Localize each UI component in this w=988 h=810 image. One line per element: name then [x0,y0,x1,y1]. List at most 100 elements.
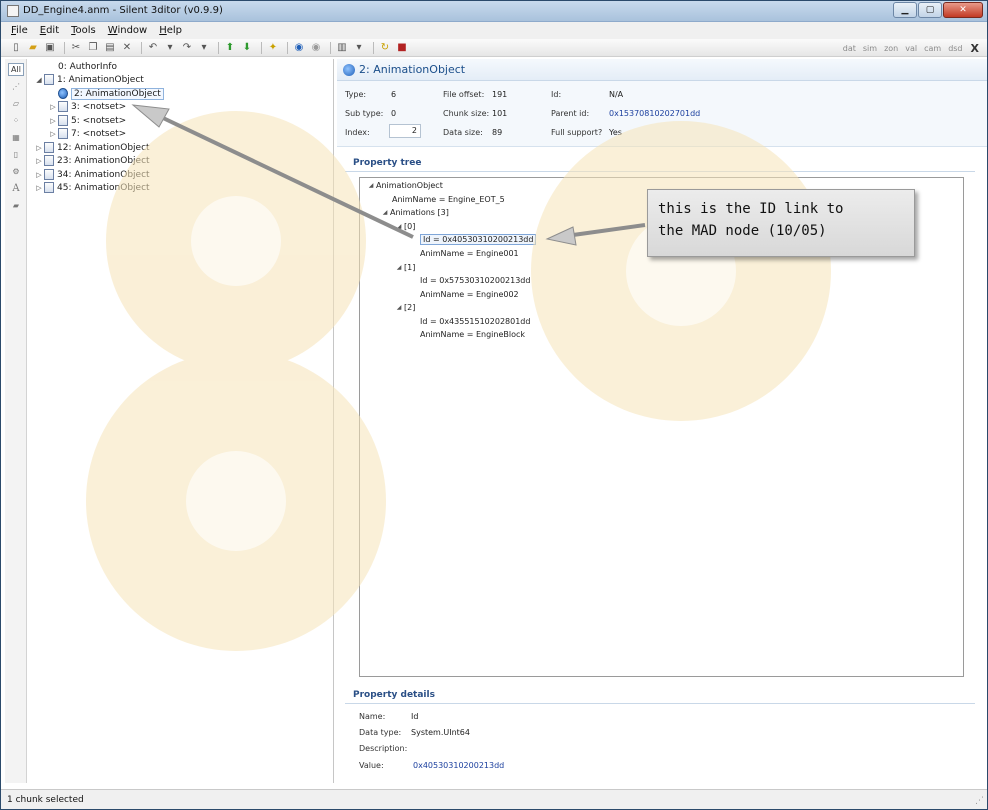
page-icon[interactable]: ▱ [8,97,24,110]
export-icon[interactable]: ■ [395,41,409,55]
minimize-button[interactable]: ▁ [893,2,917,18]
open-folder-icon[interactable]: ▰ [26,41,40,55]
grid-icon[interactable]: ⁘ [8,114,24,127]
tree-node[interactable]: ▷ 5: <notset> [48,114,126,127]
font-icon[interactable]: A [8,182,24,195]
property-row[interactable]: ◢ [1] [394,261,416,274]
status-bar: 1 chunk selected ⋰ [1,789,987,809]
redo-dropdown-icon[interactable]: ▾ [197,41,211,55]
property-row-selected[interactable]: Id = 0x40530310200213dd [410,233,537,246]
property-row[interactable]: ◢ AnimationObject [366,179,443,192]
expand-arrow-icon[interactable]: ▷ [34,144,44,152]
property-row[interactable]: AnimName = Engine001 [410,247,519,260]
tools-icon[interactable]: ✦ [266,41,280,55]
menu-tools[interactable]: Tools [65,25,102,36]
columns-dropdown-icon[interactable]: ▾ [352,41,366,55]
callout-line-2: the MAD node (10/05) [658,223,827,239]
tree-node[interactable]: ▷ 7: <notset> [48,127,126,140]
detail-value-label: Value: [359,761,384,770]
close-document-button[interactable]: X [971,42,979,55]
layers-icon[interactable]: ⋰ [8,80,24,93]
back-icon[interactable]: ◉ [292,41,306,55]
property-text: AnimName = Engine_EOT_5 [392,195,505,204]
chunk-tree[interactable]: 0: AuthorInfo ◢ 1: AnimationObject 2: An… [28,59,334,783]
tag-dsd[interactable]: dsd [948,44,962,53]
window-title: DD_Engine4.anm - Silent 3ditor (v0.9.9) [23,5,223,16]
redo-icon[interactable]: ↷ [180,41,194,55]
property-row[interactable]: AnimName = Engine_EOT_5 [382,193,505,206]
chunk-size-label: Chunk size: [443,109,490,118]
annotation-callout: this is the ID link to the MAD node (10/… [647,189,915,257]
forward-icon[interactable]: ◉ [309,41,323,55]
file-offset-label: File offset: [443,90,485,99]
menu-edit-label: dit [46,25,60,36]
property-row[interactable]: ◢ [2] [394,301,416,314]
move-up-icon[interactable]: ⬆ [223,41,237,55]
paste-icon[interactable]: ▤ [103,41,117,55]
expand-arrow-icon[interactable]: ▷ [34,171,44,179]
save-icon[interactable]: ▣ [43,41,57,55]
maximize-button[interactable]: ▢ [918,2,942,18]
cut-icon[interactable]: ✂ [69,41,83,55]
menu-edit[interactable]: Edit [34,25,65,36]
property-row[interactable]: ◢ [0] [394,220,416,233]
menu-file[interactable]: File [5,25,34,36]
tree-node[interactable]: ▷ 3: <notset> [48,100,126,113]
undo-dropdown-icon[interactable]: ▾ [163,41,177,55]
document-icon [44,182,54,193]
tree-node[interactable]: ▷ 45: AnimationObject [34,181,150,194]
id-label: Id: [551,90,562,99]
resize-grip-icon[interactable]: ⋰ [975,796,984,806]
undo-icon[interactable]: ↶ [146,41,160,55]
new-file-icon[interactable]: ▯ [9,41,23,55]
move-down-icon[interactable]: ⬇ [240,41,254,55]
tag-val[interactable]: val [905,44,917,53]
delete-icon[interactable]: ✕ [120,41,134,55]
property-row[interactable]: ◢ Animations [3] [380,206,449,219]
property-row[interactable]: AnimName = Engine002 [410,288,519,301]
property-text: [1] [404,263,416,272]
document-icon[interactable]: ▯ [8,148,24,161]
property-row[interactable]: AnimName = EngineBlock [410,328,525,341]
copy-icon[interactable]: ❐ [86,41,100,55]
refresh-icon[interactable]: ↻ [378,41,392,55]
tree-node[interactable]: ◢ 1: AnimationObject [34,73,144,86]
columns-icon[interactable]: ▥ [335,41,349,55]
tag-zon[interactable]: zon [884,44,898,53]
tag-dat[interactable]: dat [843,44,856,53]
tag-sim[interactable]: sim [863,44,877,53]
filter-all-button[interactable]: All [8,63,24,76]
image-icon[interactable]: ▦ [8,131,24,144]
collapse-arrow-icon[interactable]: ◢ [380,209,390,216]
property-row[interactable]: Id = 0x43551510202801dd [410,315,530,328]
expand-arrow-icon[interactable]: ▷ [48,117,58,125]
tag-cam[interactable]: cam [924,44,941,53]
detail-value-link[interactable]: 0x40530310200213dd [413,761,504,770]
expand-arrow-icon[interactable]: ▷ [48,130,58,138]
close-window-button[interactable]: ✕ [943,2,983,18]
collapse-arrow-icon[interactable]: ◢ [394,223,404,230]
index-field[interactable]: 2 [389,124,421,138]
collapse-arrow-icon[interactable]: ◢ [366,182,376,189]
menu-help[interactable]: Help [153,25,188,36]
subtype-value: 0 [391,109,397,118]
menu-window[interactable]: Window [102,25,153,36]
tree-node-selected[interactable]: 2: AnimationObject [48,87,164,100]
document-icon [44,142,54,153]
property-row[interactable]: Id = 0x57530310200213dd [410,274,530,287]
expand-arrow-icon[interactable]: ▷ [34,157,44,165]
tree-node[interactable]: ▷ 12: AnimationObject [34,141,150,154]
collapse-arrow-icon[interactable]: ◢ [394,304,404,311]
eraser-icon[interactable]: ▰ [8,199,24,212]
parent-id-link[interactable]: 0x15370810202701dd [609,109,700,118]
callout-line-1: this is the ID link to [658,201,844,217]
expand-arrow-icon[interactable]: ▷ [34,184,44,192]
title-bar[interactable]: DD_Engine4.anm - Silent 3ditor (v0.9.9) … [1,1,987,22]
tree-node[interactable]: 0: AuthorInfo [48,60,117,73]
tree-node[interactable]: ▷ 34: AnimationObject [34,168,150,181]
collapse-arrow-icon[interactable]: ◢ [34,76,44,84]
tree-node[interactable]: ▷ 23: AnimationObject [34,154,150,167]
gear-icon[interactable]: ⚙ [8,165,24,178]
expand-arrow-icon[interactable]: ▷ [48,103,58,111]
collapse-arrow-icon[interactable]: ◢ [394,264,404,271]
